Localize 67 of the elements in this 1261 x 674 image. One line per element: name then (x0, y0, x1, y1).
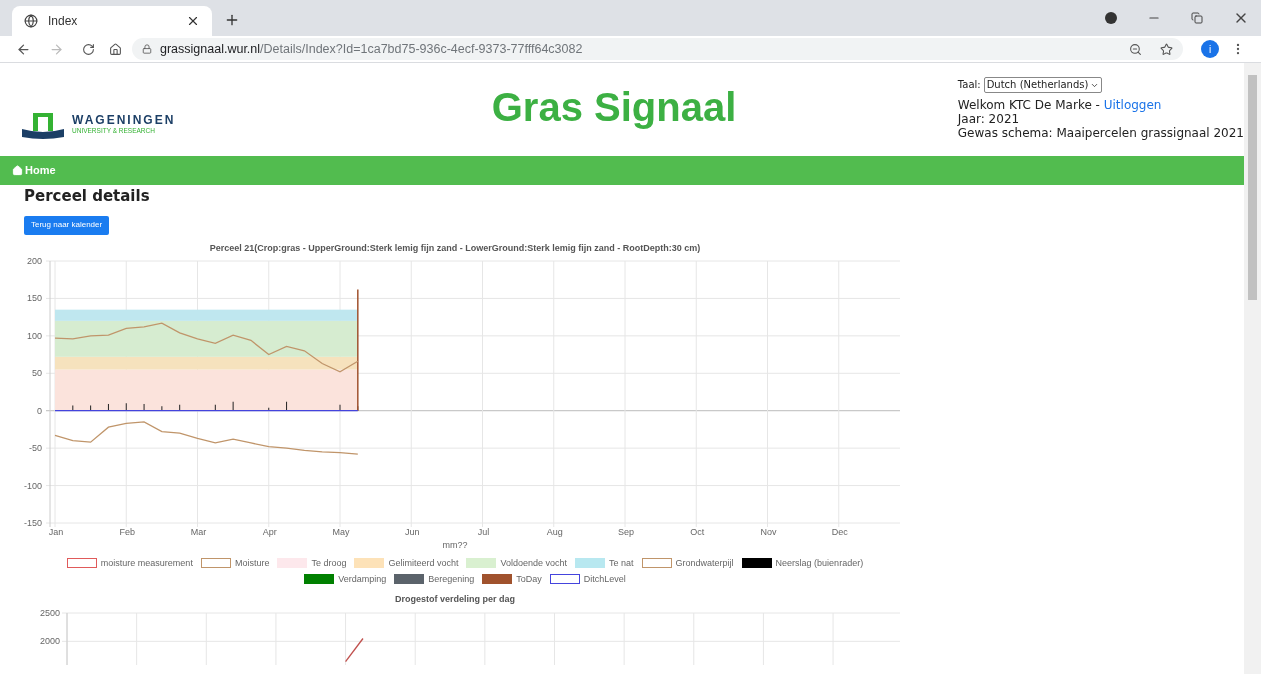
reload-icon[interactable] (82, 42, 95, 56)
zoom-icon[interactable] (1129, 42, 1142, 56)
x-tick-label: Jun (405, 526, 420, 537)
globe-icon (24, 14, 38, 28)
x-tick-label: Oct (690, 526, 705, 537)
y-tick-label: 0 (37, 405, 42, 416)
close-tab-icon[interactable] (186, 14, 200, 28)
logout-link[interactable]: Uitloggen (1103, 98, 1162, 112)
x-tick-label: Feb (119, 526, 135, 537)
language-label: Taal: (957, 78, 981, 92)
browser-tab[interactable]: Index (12, 6, 212, 36)
y-tick-label: 2000 (39, 635, 60, 646)
url-text: grassignaal.wur.nl/Details/Index?Id=1ca7bd75-936c-4ecf-9373-77fff64c3082 (160, 40, 583, 58)
home-icon (12, 165, 23, 176)
bookmark-star-icon[interactable] (1160, 42, 1173, 56)
welcome-text: Welkom KTC De Marke - Uitloggen (957, 98, 1163, 112)
legend-label[interactable]: Voldoende vocht (500, 556, 568, 569)
legend-label[interactable]: ToDay (516, 572, 542, 585)
legend-label[interactable]: Gelimiteerd vocht (388, 556, 459, 569)
chart-title: Drogestof verdeling per dag (395, 593, 515, 604)
page-heading: Perceel details (23, 186, 151, 206)
legend-label[interactable]: Te droog (311, 556, 347, 569)
x-tick-label: Dec (831, 526, 848, 537)
x-tick-label: Jul (477, 526, 490, 537)
media-icon[interactable] (1105, 12, 1117, 24)
y-tick-label: -150 (24, 517, 42, 528)
x-tick-label: Apr (262, 526, 277, 537)
y-tick-label: 2500 (39, 607, 60, 618)
restore-icon[interactable] (1191, 12, 1203, 24)
y-tick-label: 100 (26, 330, 42, 341)
scrollbar[interactable] (1244, 63, 1261, 674)
legend-label[interactable]: Verdamping (338, 572, 387, 585)
legend-label[interactable]: moisture measurement (100, 556, 193, 569)
x-tick-label: Sep (618, 526, 634, 537)
logo-name: WAGENINGEN (72, 114, 176, 127)
language-select[interactable]: Dutch (Netherlands) (983, 77, 1103, 93)
chart-title: Perceel 21(Crop:gras - UpperGround:Sterk lemig fijn zand - LowerGround:Sterk lemig fijn zand - RootDepth:30 cm) (209, 242, 701, 253)
year-text: Jaar: 2021 (957, 112, 1021, 126)
y-tick-label: 150 (26, 292, 42, 303)
tab-title: Index (48, 13, 79, 30)
legend-label[interactable]: Beregening (428, 572, 475, 585)
x-tick-label: Aug (546, 526, 563, 537)
legend-label[interactable]: Grondwaterpijl (675, 556, 734, 569)
y-tick-label: 50 (32, 367, 42, 378)
legend-label[interactable]: Neerslag (buienrader) (775, 556, 864, 569)
legend-label[interactable]: DitchLevel (583, 572, 626, 585)
new-tab-icon[interactable] (224, 12, 240, 28)
y-tick-label: 200 (26, 255, 42, 266)
x-tick-label: May (332, 526, 350, 537)
x-axis-label: mm?? (442, 539, 468, 550)
scheme-text: Gewas schema: Maaipercelen grassignaal 2021 (957, 126, 1244, 140)
back-to-calendar-button[interactable]: Terug naar kalender (24, 215, 110, 235)
back-icon[interactable] (16, 41, 31, 57)
x-tick-label: Jan (48, 526, 64, 537)
legend-label[interactable]: Moisture (234, 556, 270, 569)
lock-icon (142, 44, 152, 54)
data-line (344, 637, 364, 662)
y-tick-label: -100 (24, 480, 42, 491)
logo-icon (22, 110, 64, 139)
profile-avatar[interactable]: i (1201, 40, 1219, 58)
x-tick-label: Nov (760, 526, 777, 537)
legend-label[interactable]: Te nat (609, 556, 634, 569)
address-bar[interactable]: grassignaal.wur.nl/Details/Index?Id=1ca7bd75-936c-4ecf-9373-77fff64c3082 (132, 38, 1183, 60)
site-title: Gras Signaal (491, 85, 737, 129)
y-tick-label: -50 (29, 442, 42, 453)
x-tick-label: Mar (190, 526, 207, 537)
home-icon[interactable] (109, 42, 122, 56)
